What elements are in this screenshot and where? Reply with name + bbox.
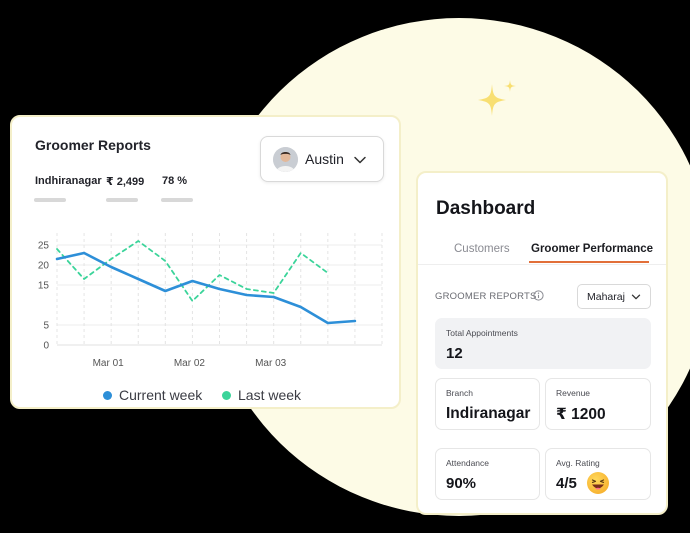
legend-label-last-week: Last week <box>238 387 302 403</box>
y-tick-label: 15 <box>38 281 50 292</box>
groomer-name: Austin <box>305 151 344 167</box>
stat-branch: Indhiranagar <box>35 175 102 187</box>
sparkle-icon <box>478 80 516 116</box>
dashboard-title: Dashboard <box>436 198 536 219</box>
y-tick-label: 20 <box>38 261 50 272</box>
legend-dot-current-week <box>103 390 112 400</box>
tile-value: 12 <box>446 345 463 362</box>
tile-value: ₹ 1200 <box>556 406 606 423</box>
branch-dropdown[interactable]: Maharaj <box>577 284 651 309</box>
groomer-reports-card: Groomer Reports Austin Indhiranagar ₹ 2,… <box>10 115 401 409</box>
x-tick-label: Mar 01 <box>93 358 125 369</box>
tile-attendance: Attendance 90% <box>435 448 540 500</box>
stat-bar-revenue <box>106 198 138 202</box>
chevron-down-icon <box>631 294 641 300</box>
y-tick-label: 5 <box>43 321 49 332</box>
tab-groomer-performance[interactable]: Groomer Performance <box>531 243 653 255</box>
tile-branch: Branch Indiranagar <box>435 378 540 430</box>
section-label: GROOMER REPORTS <box>435 291 537 302</box>
stat-bar-branch <box>34 198 66 202</box>
tile-avg-rating: Avg. Rating 4/5 <box>545 448 651 500</box>
active-tab-indicator <box>529 261 649 263</box>
chevron-down-icon <box>354 156 366 164</box>
tile-value: Indiranagar <box>446 405 531 422</box>
avatar <box>273 147 298 172</box>
legend-label-current-week: Current week <box>119 387 203 403</box>
dashboard-card: Dashboard Customers Groomer Performance … <box>416 171 668 515</box>
tab-divider <box>418 264 666 265</box>
info-icon[interactable] <box>533 290 544 301</box>
stat-revenue: ₹ 2,499 <box>106 176 145 188</box>
legend-last-week: Last week <box>222 387 301 403</box>
legend-dot-last-week <box>222 390 231 400</box>
tile-value: 90% <box>446 475 477 492</box>
tile-revenue: Revenue ₹ 1200 <box>545 378 651 430</box>
tile-total-appointments: Total Appointments 12 <box>435 318 651 369</box>
branch-name: Maharaj <box>587 291 625 303</box>
groomer-dropdown[interactable]: Austin <box>260 136 384 182</box>
x-tick-label: Mar 02 <box>174 358 206 369</box>
tile-label: Revenue <box>556 388 591 398</box>
x-tick-label: Mar 03 <box>255 358 287 369</box>
line-chart: 0 5 15 20 25 Mar 01 Mar 02 Mar 03 <box>38 233 383 369</box>
groomer-reports-title: Groomer Reports <box>35 137 151 153</box>
tile-label: Branch <box>446 388 473 398</box>
legend-current-week: Current week <box>103 387 202 403</box>
tile-label: Total Appointments <box>446 328 518 338</box>
laughing-emoji-icon <box>587 472 609 494</box>
avatar-icon <box>273 147 298 172</box>
tile-value: 4/5 <box>556 475 577 492</box>
y-tick-label: 25 <box>38 241 50 252</box>
tab-customers[interactable]: Customers <box>454 243 510 255</box>
y-tick-label: 0 <box>43 341 49 352</box>
stat-bar-percentage <box>161 198 193 202</box>
stat-percentage: 78 % <box>162 175 188 187</box>
tile-label: Attendance <box>446 458 490 468</box>
tile-label: Avg. Rating <box>556 458 600 468</box>
stage: Groomer Reports Austin Indhiranagar ₹ 2,… <box>0 0 690 533</box>
